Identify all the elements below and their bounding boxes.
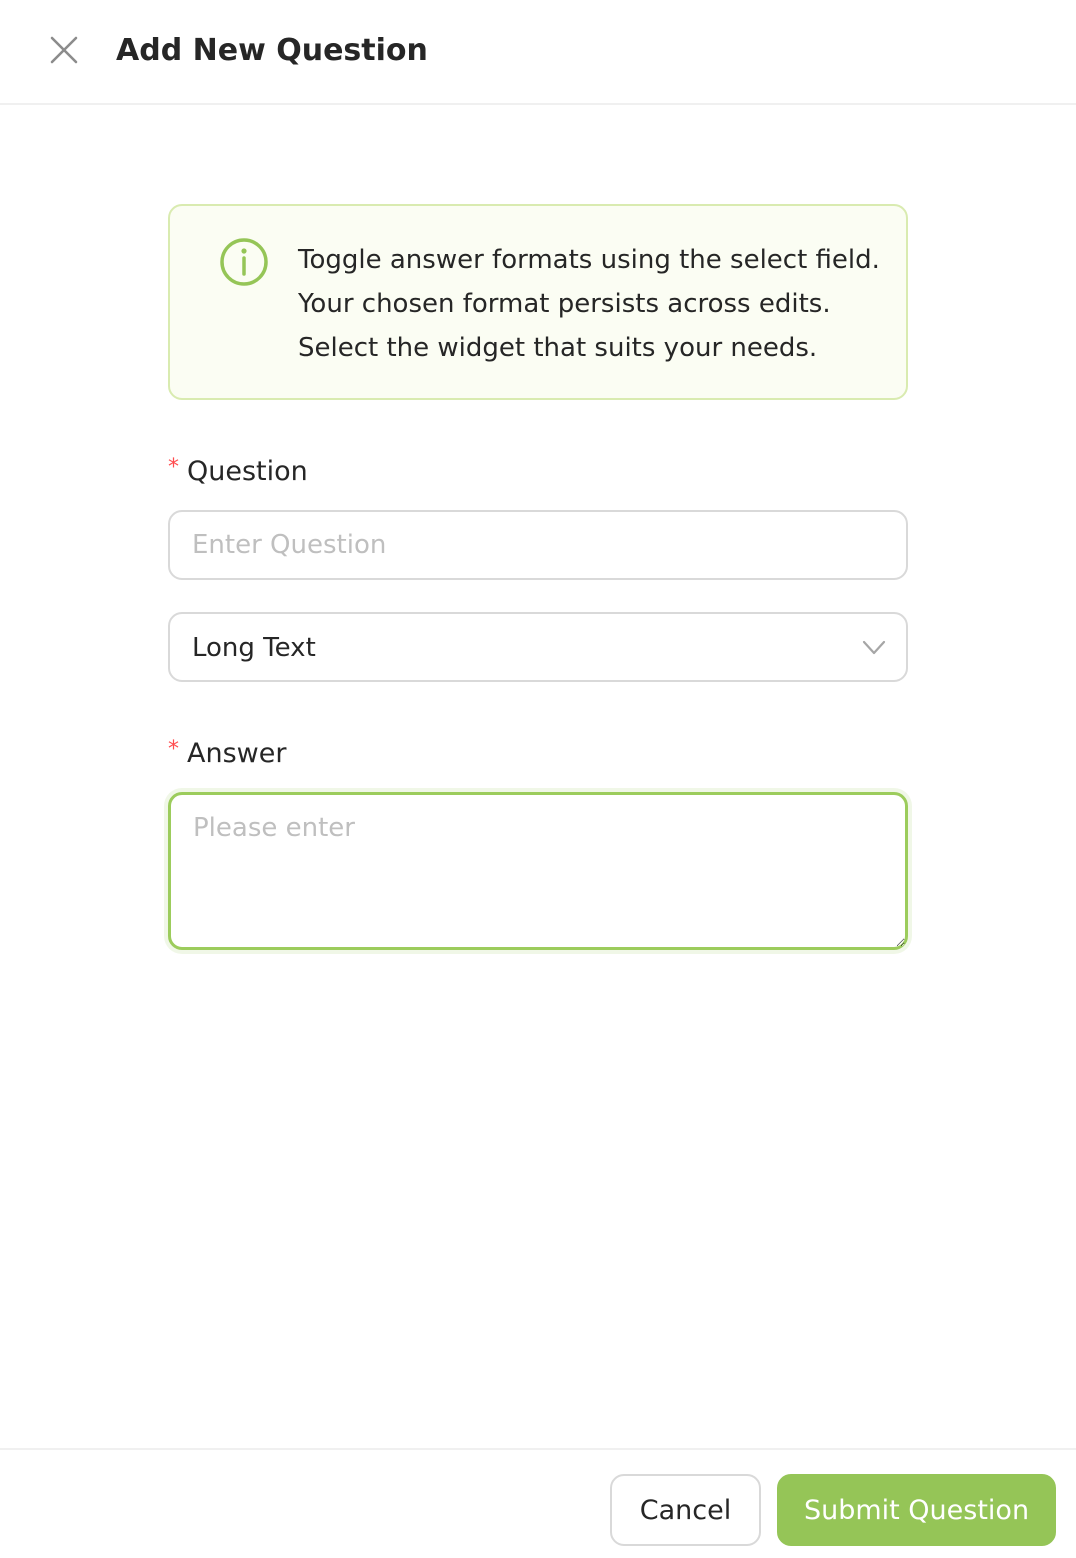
add-question-drawer: Add New Question Toggle answer formats u… — [0, 0, 1076, 1558]
question-input[interactable] — [168, 510, 908, 580]
close-icon — [50, 36, 78, 64]
info-circle-icon — [220, 238, 268, 286]
required-mark: * — [168, 737, 179, 762]
drawer-title: Add New Question — [116, 33, 428, 68]
answer-label-text: Answer — [187, 738, 287, 769]
question-label-text: Question — [187, 456, 308, 487]
submit-question-button[interactable]: Submit Question — [777, 1474, 1056, 1546]
form-content: Toggle answer formats using the select f… — [168, 204, 908, 950]
drawer-header: Add New Question — [0, 0, 1076, 105]
cancel-button[interactable]: Cancel — [610, 1474, 761, 1546]
alert-line: Your chosen format persists across edits… — [298, 289, 831, 319]
drawer-footer: Cancel Submit Question — [0, 1448, 1076, 1558]
alert-line: Select the widget that suits your needs. — [298, 333, 818, 363]
close-button[interactable] — [44, 30, 84, 70]
alert-message: Toggle answer formats using the select f… — [298, 238, 888, 370]
answer-textarea[interactable] — [168, 792, 908, 950]
alert-line: Toggle answer formats using the select f… — [298, 245, 880, 275]
answer-format-select[interactable]: Long Text — [168, 612, 908, 682]
info-alert: Toggle answer formats using the select f… — [168, 204, 908, 400]
required-mark: * — [168, 455, 179, 480]
question-label: * Question — [168, 454, 308, 492]
select-value: Long Text — [192, 633, 316, 663]
chevron-down-icon — [862, 640, 886, 655]
answer-label: * Answer — [168, 736, 286, 774]
